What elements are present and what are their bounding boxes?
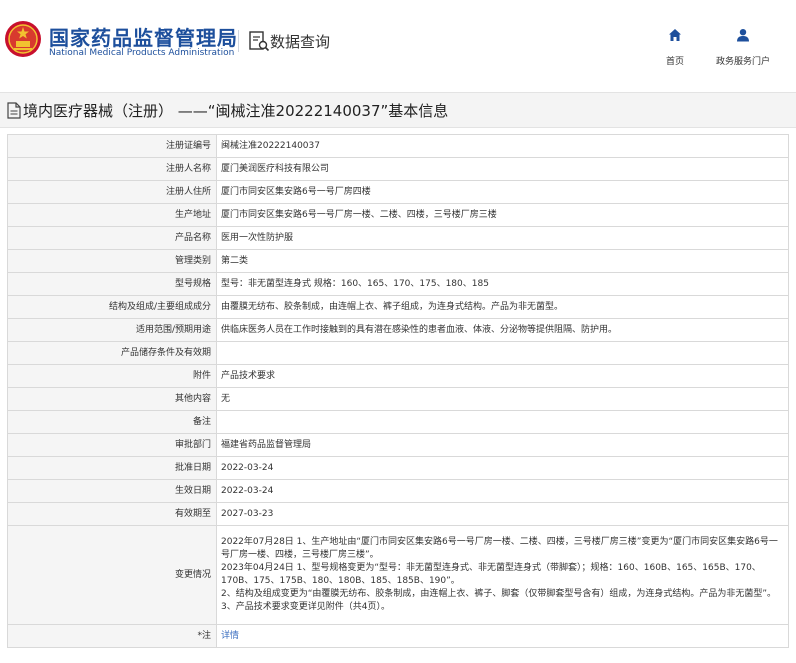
footnote-label-text: 注: [201, 630, 211, 641]
change-item: 2022年07月28日 1、生产地址由“厦门市同安区集安路6号一号厂房一楼、二楼…: [221, 537, 778, 560]
row-value: 由覆膜无纺布、胶条制成，由连帽上衣、裤子组成，为连身式结构。产品为非无菌型。: [216, 295, 789, 319]
home-icon: [669, 29, 681, 41]
row-value: 第二类: [216, 249, 789, 273]
header-divider: [238, 30, 239, 52]
change-item: 2、结构及组成变更为“由覆膜无纺布、胶条制成，由连帽上衣、裤子、脚套（仅带脚套型…: [221, 589, 777, 599]
row-label: 注册人名称: [7, 157, 217, 181]
table-row-changes: 变更情况 2022年07月28日 1、生产地址由“厦门市同安区集安路6号一号厂房一…: [7, 525, 789, 625]
device-info-table: 注册证编号 闽械注准20222140037 注册人名称 厦门美润医疗科技有限公司 注册人…: [7, 134, 789, 648]
table-row: 型号规格 型号：非无菌型连身式 规格：160、165、170、175、180、18…: [7, 272, 789, 296]
table-row: 生效日期 2022-03-24: [7, 479, 789, 503]
national-emblem-icon[interactable]: [4, 20, 42, 58]
table-row: 注册人名称 厦门美润医疗科技有限公司: [7, 157, 789, 181]
row-value: [216, 410, 789, 434]
row-value: 产品技术要求: [216, 364, 789, 388]
details-link[interactable]: 详情: [221, 631, 239, 641]
site-name-en[interactable]: National Medical Products Administration: [49, 48, 234, 58]
footnote-value-cell: 详情: [216, 624, 789, 648]
table-row: 管理类别 第二类: [7, 249, 789, 273]
row-label: 型号规格: [7, 272, 217, 296]
row-value: 厦门市同安区集安路6号一号厂房四楼: [216, 180, 789, 204]
table-row: 附件 产品技术要求: [7, 364, 789, 388]
site-name-cn[interactable]: 国家药品监督管理局: [49, 22, 238, 51]
data-query-link[interactable]: 数据查询: [270, 31, 330, 52]
site-header: 国家药品监督管理局 National Medical Products Admi…: [0, 0, 796, 86]
table-row: 注册证编号 闽械注准20222140037: [7, 134, 789, 158]
row-label: 批准日期: [7, 456, 217, 480]
row-value: 2022-03-24: [216, 456, 789, 480]
row-value: 供临床医务人员在工作时接触到的具有潜在感染性的患者血液、体液、分泌物等提供阻隔、…: [216, 318, 789, 342]
table-row: 注册人住所 厦门市同安区集安路6号一号厂房四楼: [7, 180, 789, 204]
page-title: 境内医疗器械（注册） ——“闽械注准20222140037”基本信息: [23, 102, 449, 120]
row-value: 厦门美润医疗科技有限公司: [216, 157, 789, 181]
row-value: 2022-03-24: [216, 479, 789, 503]
row-label: 其他内容: [7, 387, 217, 411]
row-label: 附件: [7, 364, 217, 388]
table-row: 适用范围/预期用途 供临床医务人员在工作时接触到的具有潜在感染性的患者血液、体液、…: [7, 318, 789, 342]
table-row: 其他内容无: [7, 387, 789, 411]
row-label: 变更情况: [7, 525, 217, 625]
table-row: 结构及组成/主要组成成分 由覆膜无纺布、胶条制成，由连帽上衣、裤子组成，为连身式结…: [7, 295, 789, 319]
table-row: 备注: [7, 410, 789, 434]
row-label: 注册人住所: [7, 180, 217, 204]
document-icon: [7, 102, 21, 119]
row-value: 福建省药品监督管理局: [216, 433, 789, 457]
title-bar: 境内医疗器械（注册） ——“闽械注准20222140037”基本信息: [0, 92, 796, 128]
table-row-footnote: *注 详情: [7, 624, 789, 648]
nav-gov-portal[interactable]: 政务服务门户: [698, 28, 788, 67]
table-row: 产品名称 医用一次性防护服: [7, 226, 789, 250]
row-label: 管理类别: [7, 249, 217, 273]
row-label: 有效期至: [7, 502, 217, 526]
row-value: 型号：非无菌型连身式 规格：160、165、170、175、180、185: [216, 272, 789, 296]
row-label: 产品储存条件及有效期: [7, 341, 217, 365]
row-label: 备注: [7, 410, 217, 434]
row-label: 注册证编号: [7, 134, 217, 158]
row-value: 厦门市同安区集安路6号一号厂房一楼、二楼、四楼，三号楼厂房三楼: [216, 203, 789, 227]
change-history: 2022年07月28日 1、生产地址由“厦门市同安区集安路6号一号厂房一楼、二楼…: [216, 525, 789, 625]
table-row: 产品储存条件及有效期: [7, 341, 789, 365]
row-value: 无: [216, 387, 789, 411]
row-label: 结构及组成/主要组成成分: [7, 295, 217, 319]
row-value: 闽械注准20222140037: [216, 134, 789, 158]
table-row: 批准日期 2022-03-24: [7, 456, 789, 480]
data-query-icon[interactable]: [248, 30, 270, 52]
row-label: 产品名称: [7, 226, 217, 250]
table-row: 生产地址 厦门市同安区集安路6号一号厂房一楼、二楼、四楼，三号楼厂房三楼: [7, 203, 789, 227]
table-row: 有效期至 2027-03-23: [7, 502, 789, 526]
change-item: 3、产品技术要求变更详见附件（共4页）。: [221, 602, 390, 612]
row-value: 2027-03-23: [216, 502, 789, 526]
change-item: 2023年04月24日 1、型号规格变更为“型号：非无菌型连身式、非无菌型连身式…: [221, 563, 761, 586]
row-label: 生效日期: [7, 479, 217, 503]
row-value: [216, 341, 789, 365]
user-icon: [737, 29, 749, 42]
row-value: 医用一次性防护服: [216, 226, 789, 250]
nav-gov-label: 政务服务门户: [715, 57, 770, 67]
row-label: 审批部门: [7, 433, 217, 457]
table-row: 审批部门 福建省药品监督管理局: [7, 433, 789, 457]
row-label: 适用范围/预期用途: [7, 318, 217, 342]
footnote-label: *注: [7, 624, 217, 648]
row-label: 生产地址: [7, 203, 217, 227]
